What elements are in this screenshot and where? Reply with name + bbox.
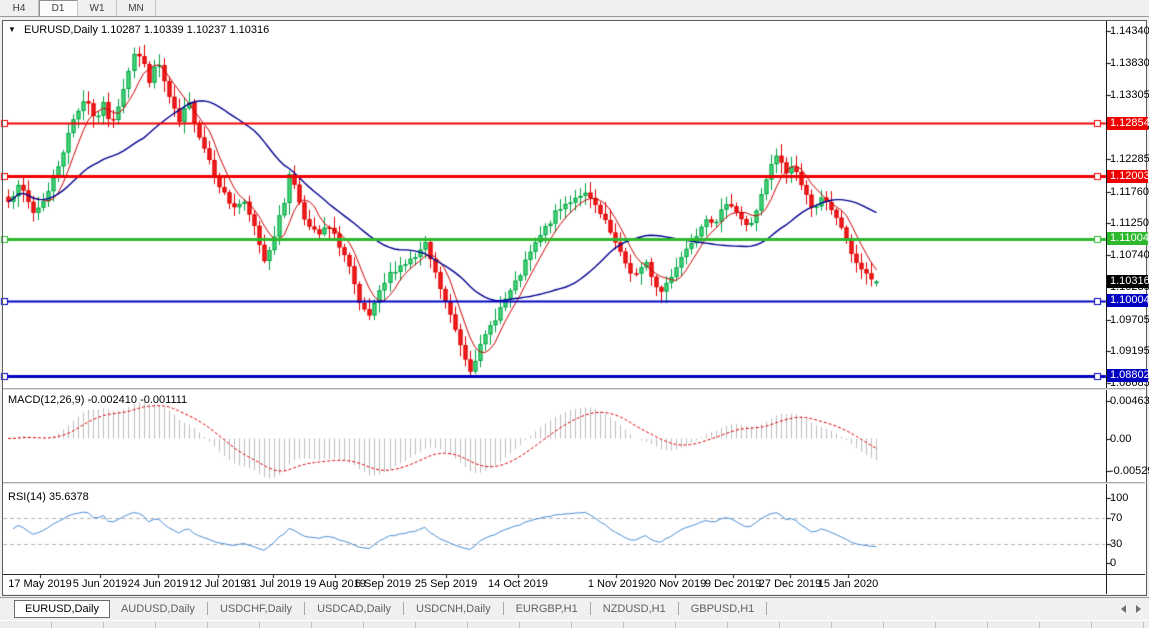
chart-tab-bar: EURUSD,DailyAUDUSD,DailyUSDCHF,DailyUSDC…: [0, 597, 1149, 619]
price-level-badge: 1.10004: [1107, 294, 1148, 307]
tab-divider: [766, 602, 767, 615]
tab-gbpusd-h1[interactable]: GBPUSD,H1: [680, 600, 766, 618]
date-axis-label: 9 Dec 2019: [705, 578, 761, 590]
date-axis-label: 14 Oct 2019: [488, 578, 548, 590]
panel-separator-rsi[interactable]: [3, 482, 1145, 484]
price-level-badge: 1.11004: [1107, 232, 1148, 245]
tab-divider: [590, 602, 591, 615]
tab-usdchf-daily[interactable]: USDCHF,Daily: [209, 600, 303, 618]
rsi-axis-tick: 0: [1110, 557, 1116, 569]
date-axis-label: 17 May 2019: [8, 578, 72, 590]
macd-indicator-label: MACD(12,26,9) -0.002410 -0.001111: [8, 394, 187, 406]
tab-audusd-daily[interactable]: AUDUSD,Daily: [110, 600, 206, 618]
chart-title: ▼ EURUSD,Daily 1.10287 1.10339 1.10237 1…: [8, 24, 269, 36]
mt4-chart-screen: { "toolbar": { "timeframes": [ {"label":…: [0, 0, 1149, 627]
macd-axis-tick: -0.005295: [1110, 465, 1149, 477]
date-axis-label: 27 Dec 2019: [759, 578, 821, 590]
tab-usdcnh-daily[interactable]: USDCNH,Daily: [405, 600, 502, 618]
price-level-badge: 1.08802: [1107, 369, 1148, 382]
price-axis-tick: 1.13305: [1110, 89, 1149, 101]
tab-divider: [304, 602, 305, 615]
tab-usdcad-daily[interactable]: USDCAD,Daily: [306, 600, 402, 618]
price-axis-tick: 1.11760: [1110, 186, 1149, 198]
macd-axis-tick: 0.00463: [1110, 395, 1149, 407]
price-axis-tick: 1.13830: [1110, 57, 1149, 69]
rsi-axis-tick: 30: [1110, 538, 1122, 550]
date-axis-label: 24 Jun 2019: [128, 578, 189, 590]
price-level-badge: 1.12003: [1107, 170, 1148, 183]
time-axis-divider: [3, 574, 1145, 575]
price-scale-divider: [1106, 21, 1107, 594]
tab-divider: [207, 602, 208, 615]
price-axis-tick: 1.10740: [1110, 249, 1149, 261]
chevron-down-icon[interactable]: ▼: [8, 25, 16, 34]
date-axis-label: 20 Nov 2019: [644, 578, 706, 590]
tab-eurgbp-h1[interactable]: EURGBP,H1: [505, 600, 589, 618]
symbol-label: EURUSD,Daily: [24, 24, 98, 36]
date-axis-label: 15 Jan 2020: [818, 578, 879, 590]
tab-scroll-controls: [1121, 605, 1149, 613]
date-axis-label: 31 Jul 2019: [245, 578, 302, 590]
date-axis-label: 25 Sep 2019: [415, 578, 477, 590]
ohlc-values: 1.10287 1.10339 1.10237 1.10316: [101, 24, 269, 36]
rsi-axis-tick: 70: [1110, 512, 1122, 524]
price-axis-tick: 1.14340: [1110, 25, 1149, 37]
date-axis-label: 12 Jul 2019: [190, 578, 247, 590]
tab-eurusd-daily[interactable]: EURUSD,Daily: [14, 600, 110, 618]
timeframe-button-h4[interactable]: H4: [0, 0, 39, 16]
macd-axis-tick: 0.00: [1110, 433, 1131, 445]
rsi-indicator-label: RSI(14) 35.6378: [8, 491, 89, 503]
date-axis-label: 5 Jun 2019: [73, 578, 127, 590]
price-axis-tick: 1.09705: [1110, 314, 1149, 326]
date-axis-label: 6 Sep 2019: [355, 578, 411, 590]
price-axis-tick: 1.12285: [1110, 153, 1149, 165]
current-price-badge: 1.10316: [1107, 275, 1148, 288]
price-axis-tick: 1.11250: [1110, 217, 1149, 229]
price-level-badge: 1.12854: [1107, 117, 1148, 130]
timeframe-button-w1[interactable]: W1: [78, 0, 117, 16]
tab-divider: [503, 602, 504, 615]
timeframe-button-d1[interactable]: D1: [39, 0, 78, 16]
tab-scroll-right-icon[interactable]: [1136, 605, 1141, 613]
tab-nzdusd-h1[interactable]: NZDUSD,H1: [592, 600, 677, 618]
panel-separator-macd[interactable]: [3, 388, 1145, 390]
chart-canvas[interactable]: [0, 0, 1149, 627]
tab-divider: [403, 602, 404, 615]
rsi-axis-tick: 100: [1110, 492, 1128, 504]
status-bar-segments: [0, 622, 1149, 628]
tab-scroll-left-icon[interactable]: [1121, 605, 1126, 613]
tab-divider: [678, 602, 679, 615]
price-axis-tick: 1.09195: [1110, 345, 1149, 357]
timeframe-button-mn[interactable]: MN: [117, 0, 156, 16]
timeframe-toolbar: H4D1W1MN: [0, 0, 1149, 17]
date-axis-label: 1 Nov 2019: [588, 578, 644, 590]
